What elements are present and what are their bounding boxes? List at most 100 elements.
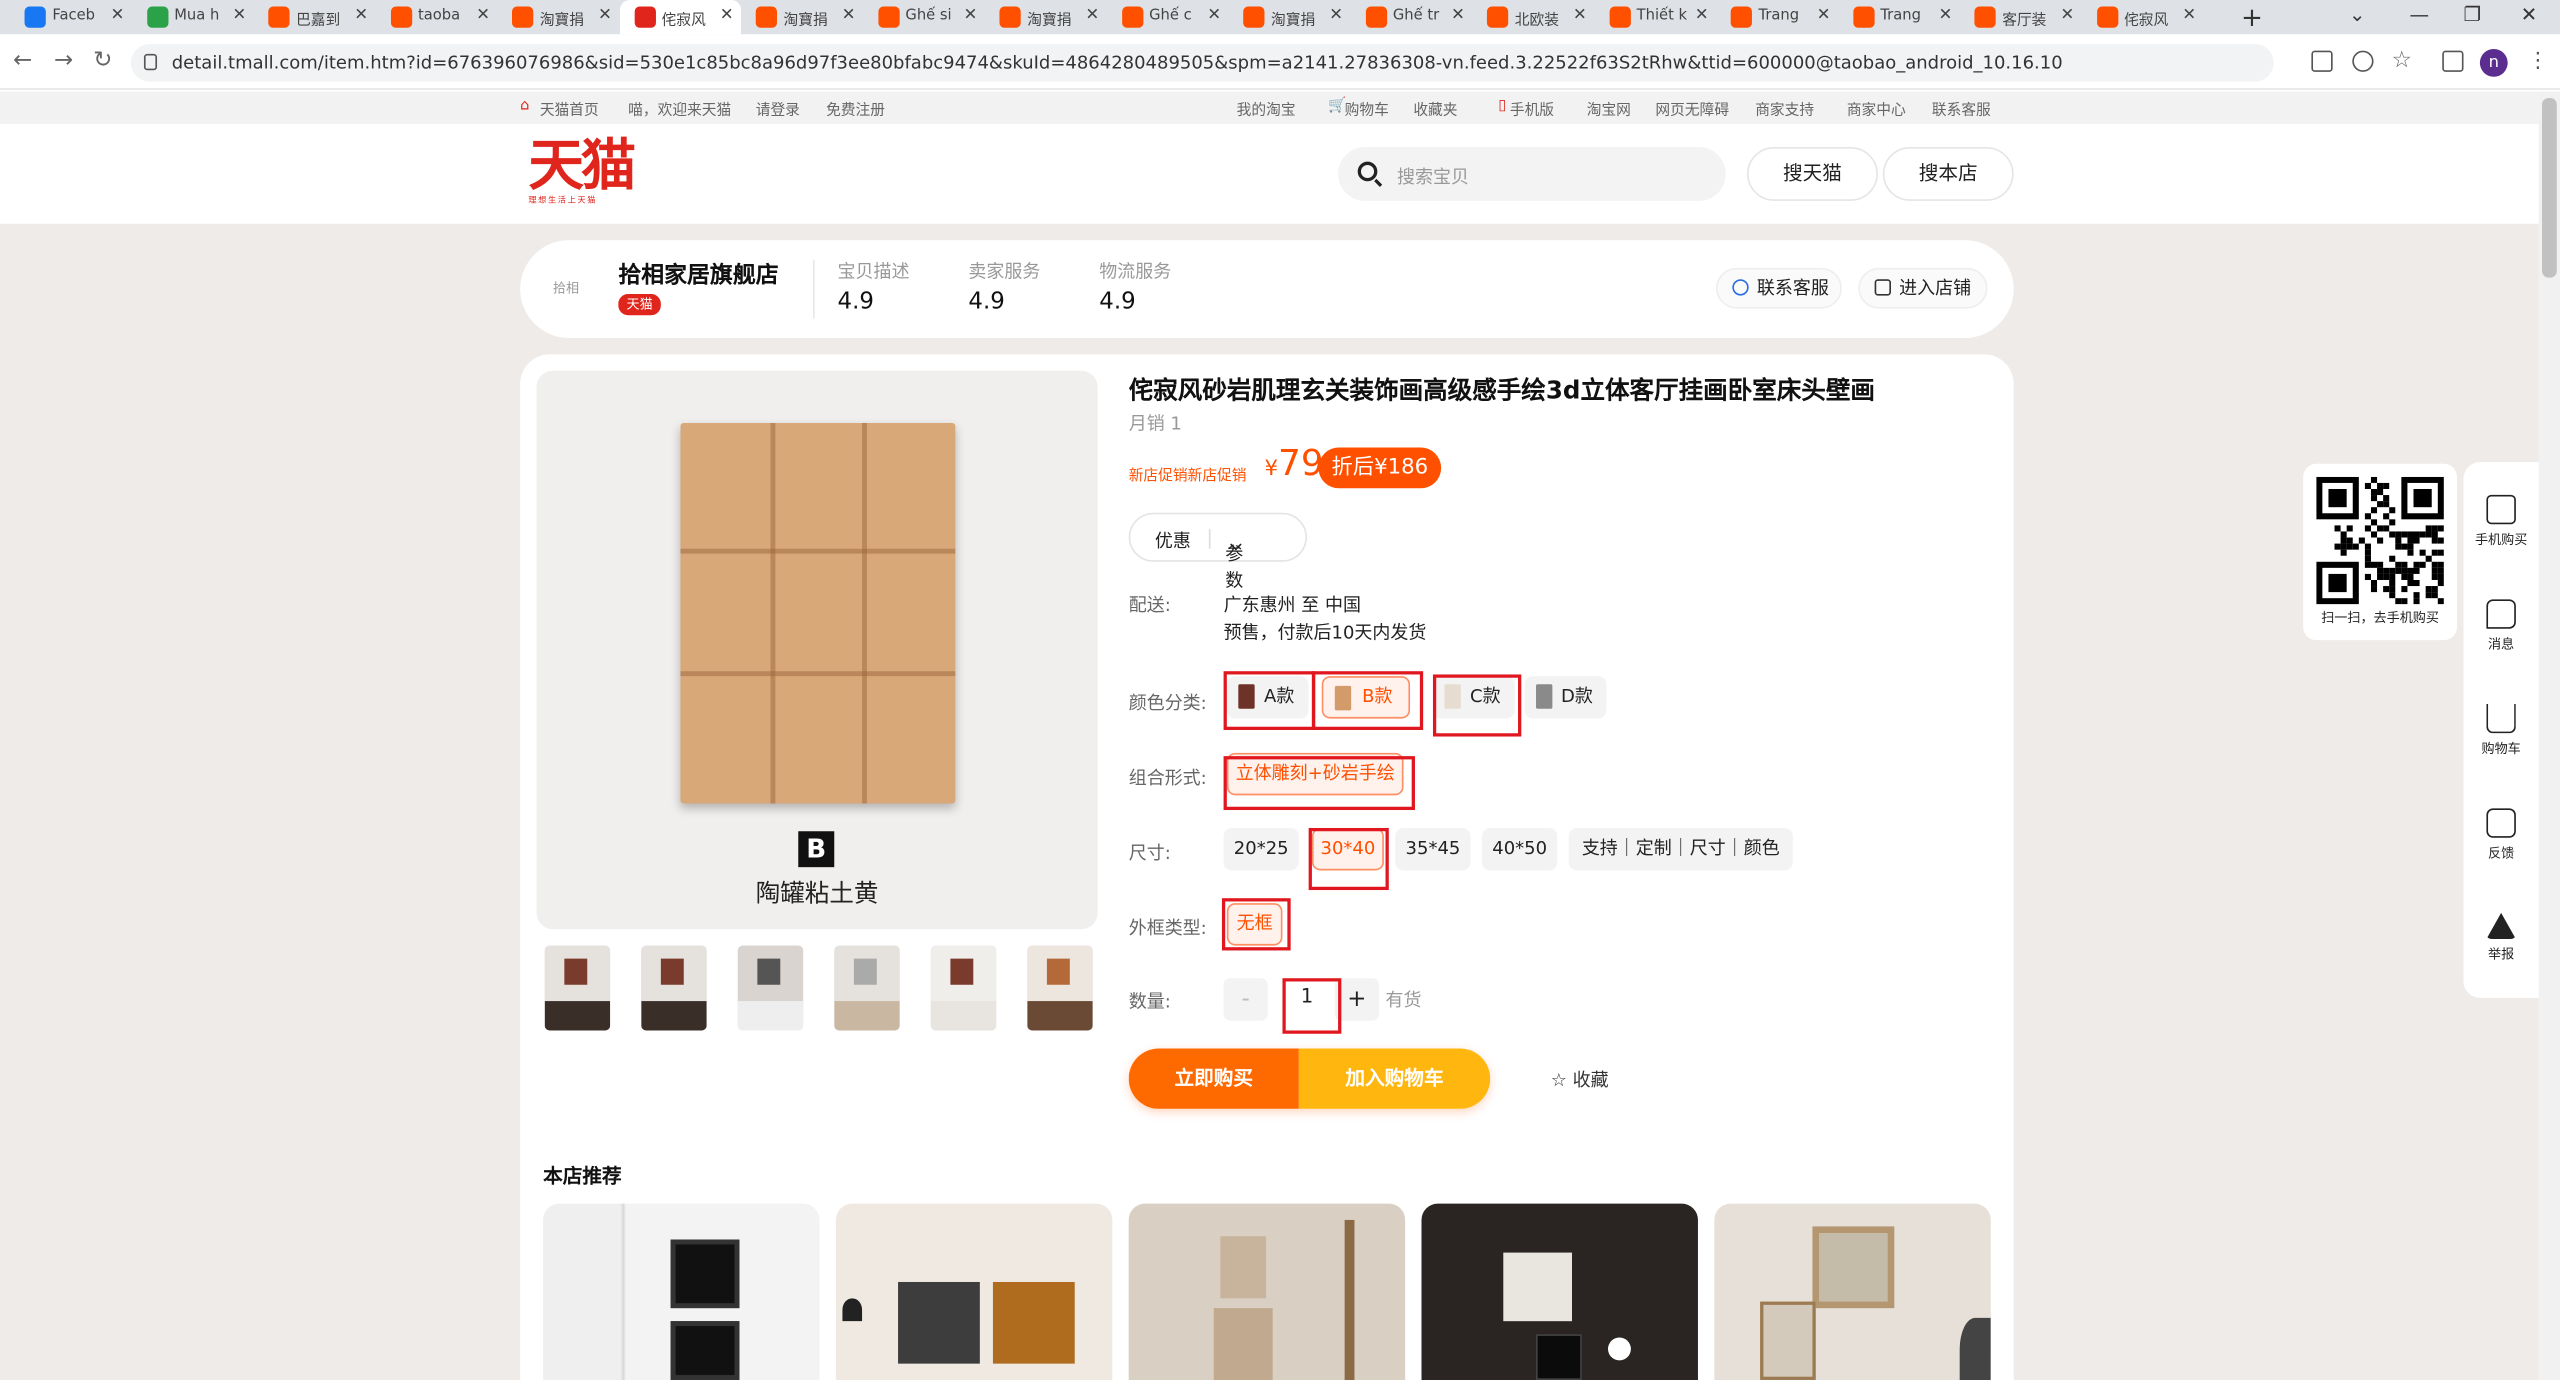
sidepanel-icon[interactable] [2442,50,2464,72]
cart-link[interactable]: 购物车 [1345,98,1389,119]
tab-close-icon[interactable]: ✕ [111,7,125,25]
url-field[interactable]: detail.tmall.com/item.htm?id=67639607698… [130,44,2274,82]
tab-12[interactable]: Ghế tr ✕ [1350,0,1471,34]
minimize-icon[interactable]: — [2410,3,2430,26]
url-text[interactable]: detail.tmall.com/item.htm?id=67639607698… [172,52,2063,73]
tab-4[interactable]: taoba ✕ [375,0,496,34]
size-option-35x45[interactable]: 35*45 [1395,827,1471,871]
contact-service-button[interactable]: 联系客服 [1715,267,1842,309]
thumbnail-3[interactable] [737,945,804,1031]
tab-close-icon[interactable]: ✕ [842,7,856,25]
search-store-button[interactable]: 搜本店 [1882,146,2014,201]
scrollbar-thumb[interactable] [2542,97,2557,278]
sidebar-item-report[interactable]: 举报 [2464,912,2539,964]
tab-search-icon[interactable]: ⌄ [2349,3,2365,26]
new-tab-button[interactable]: + [2241,2,2263,33]
add-to-cart-button[interactable]: 加入购物车 [1298,1048,1491,1109]
accessibility-link[interactable]: 网页无障碍 [1655,98,1729,119]
shop-logo[interactable]: 拾相 [553,279,579,297]
color-option-a[interactable]: A款 [1226,676,1309,719]
bookmark-star-icon[interactable]: ☆ [2392,47,2413,73]
recommend-item-1[interactable] [543,1203,820,1380]
thumbnail-5[interactable] [930,945,997,1031]
thumbnail-6[interactable] [1027,945,1093,1031]
tab-close-icon[interactable]: ✕ [1695,7,1709,25]
tab-3[interactable]: 巴嘉到 ✕ [254,0,375,34]
tab-1[interactable]: Faceb ✕ [10,0,131,34]
tab-7[interactable]: 淘寶捐 ✕ [741,0,862,34]
profile-avatar[interactable]: n [2479,48,2508,77]
tab-close-icon[interactable]: ✕ [476,7,490,25]
close-window-icon[interactable]: ✕ [2521,3,2537,26]
tab-18[interactable]: 侘寂风 ✕ [2082,0,2203,34]
reload-icon[interactable]: ↻ [93,47,112,73]
tab-close-icon[interactable]: ✕ [1207,7,1221,25]
tab-8[interactable]: Ghế si ✕ [863,0,984,34]
tmall-logo[interactable]: 天猫 理想生活上天猫 [528,136,643,211]
sidebar-item-messages[interactable]: 消息 [2464,599,2539,653]
tab-close-icon[interactable]: ✕ [232,7,246,25]
size-option-20x25[interactable]: 20*25 [1223,827,1299,871]
tab-close-icon[interactable]: ✕ [720,7,734,25]
color-option-b[interactable]: B款 [1321,676,1411,719]
sidebar-item-feedback[interactable]: 反馈 [2464,808,2539,862]
recommend-item-2[interactable] [835,1203,1113,1380]
search-tmall-button[interactable]: 搜天猫 [1747,146,1878,201]
tab-close-icon[interactable]: ✕ [1939,7,1953,25]
register-link[interactable]: 免费注册 [826,98,885,119]
tab-close-icon[interactable]: ✕ [1329,7,1343,25]
quantity-decrement-button[interactable]: - [1223,978,1268,1021]
favorite-button[interactable]: ☆ 收藏 [1551,1066,1609,1092]
recommend-item-3[interactable] [1128,1203,1406,1380]
my-taobao-link[interactable]: 我的淘宝 [1237,98,1296,119]
tab-close-icon[interactable]: ✕ [354,7,368,25]
menu-kebab-icon[interactable]: ⋮ [2527,49,2548,73]
tab-close-icon[interactable]: ✕ [598,7,612,25]
tab-14[interactable]: Thiết k ✕ [1594,0,1715,34]
thumbnail-2[interactable] [641,945,707,1031]
tab-16[interactable]: Trang ✕ [1838,0,1959,34]
size-option-custom[interactable]: 支持｜定制｜尺寸｜颜色 [1568,827,1793,871]
merchant-center-link[interactable]: 商家中心 [1847,98,1906,119]
maximize-icon[interactable]: ❐ [2464,3,2482,26]
search-input[interactable]: 搜索宝贝 [1338,146,1726,201]
tmall-home-link[interactable]: 天猫首页 [540,98,599,119]
frame-option-frameless[interactable]: 无框 [1226,903,1283,946]
tab-close-icon[interactable]: ✕ [1086,7,1100,25]
forward-icon[interactable]: → [54,47,73,73]
taobao-link[interactable]: 淘宝网 [1587,98,1631,119]
combo-option[interactable]: 立体雕刻+砂岩手绘 [1226,752,1404,796]
tab-close-icon[interactable]: ✕ [2060,7,2074,25]
favorites-link[interactable]: 收藏夹 [1413,98,1457,119]
enter-store-button[interactable]: 进入店铺 [1858,267,1988,309]
tab-2[interactable]: Mua h ✕ [132,0,253,34]
recommend-item-5[interactable] [1714,1203,1991,1380]
main-product-image[interactable]: B 陶罐粘土黄 [536,370,1098,930]
tab-5[interactable]: 淘寶捐 ✕ [497,0,618,34]
login-link[interactable]: 请登录 [756,98,800,119]
color-option-d[interactable]: D款 [1524,676,1607,719]
thumbnail-4[interactable] [834,945,900,1031]
tab-close-icon[interactable]: ✕ [1817,7,1831,25]
thumbnail-1[interactable] [544,945,611,1031]
buy-now-button[interactable]: 立即购买 [1128,1048,1299,1109]
tab-close-icon[interactable]: ✕ [964,7,978,25]
discount-tab[interactable]: 优惠 [1155,527,1191,553]
translate-icon[interactable] [2311,50,2333,72]
page-scrollbar[interactable] [2538,91,2560,1380]
tab-close-icon[interactable]: ✕ [2182,7,2196,25]
shop-name[interactable]: 拾相家居旗舰店 [618,258,778,291]
back-icon[interactable]: ← [13,47,32,73]
recommend-item-4[interactable] [1421,1203,1698,1380]
quantity-increment-button[interactable]: + [1334,978,1379,1021]
merchant-support-link[interactable]: 商家支持 [1755,98,1814,119]
contact-service-link[interactable]: 联系客服 [1932,98,1991,119]
tab-13[interactable]: 北欧装 ✕ [1472,0,1593,34]
quantity-input[interactable]: 1 [1282,978,1332,1021]
mobile-link[interactable]: 手机版 [1510,98,1554,119]
tab-close-icon[interactable]: ✕ [1573,7,1587,25]
sidebar-item-mobile-buy[interactable]: 手机购买 [2464,494,2539,549]
share-icon[interactable] [2352,50,2374,72]
tab-11[interactable]: 淘寶捐 ✕ [1228,0,1349,34]
tab-15[interactable]: Trang ✕ [1716,0,1837,34]
